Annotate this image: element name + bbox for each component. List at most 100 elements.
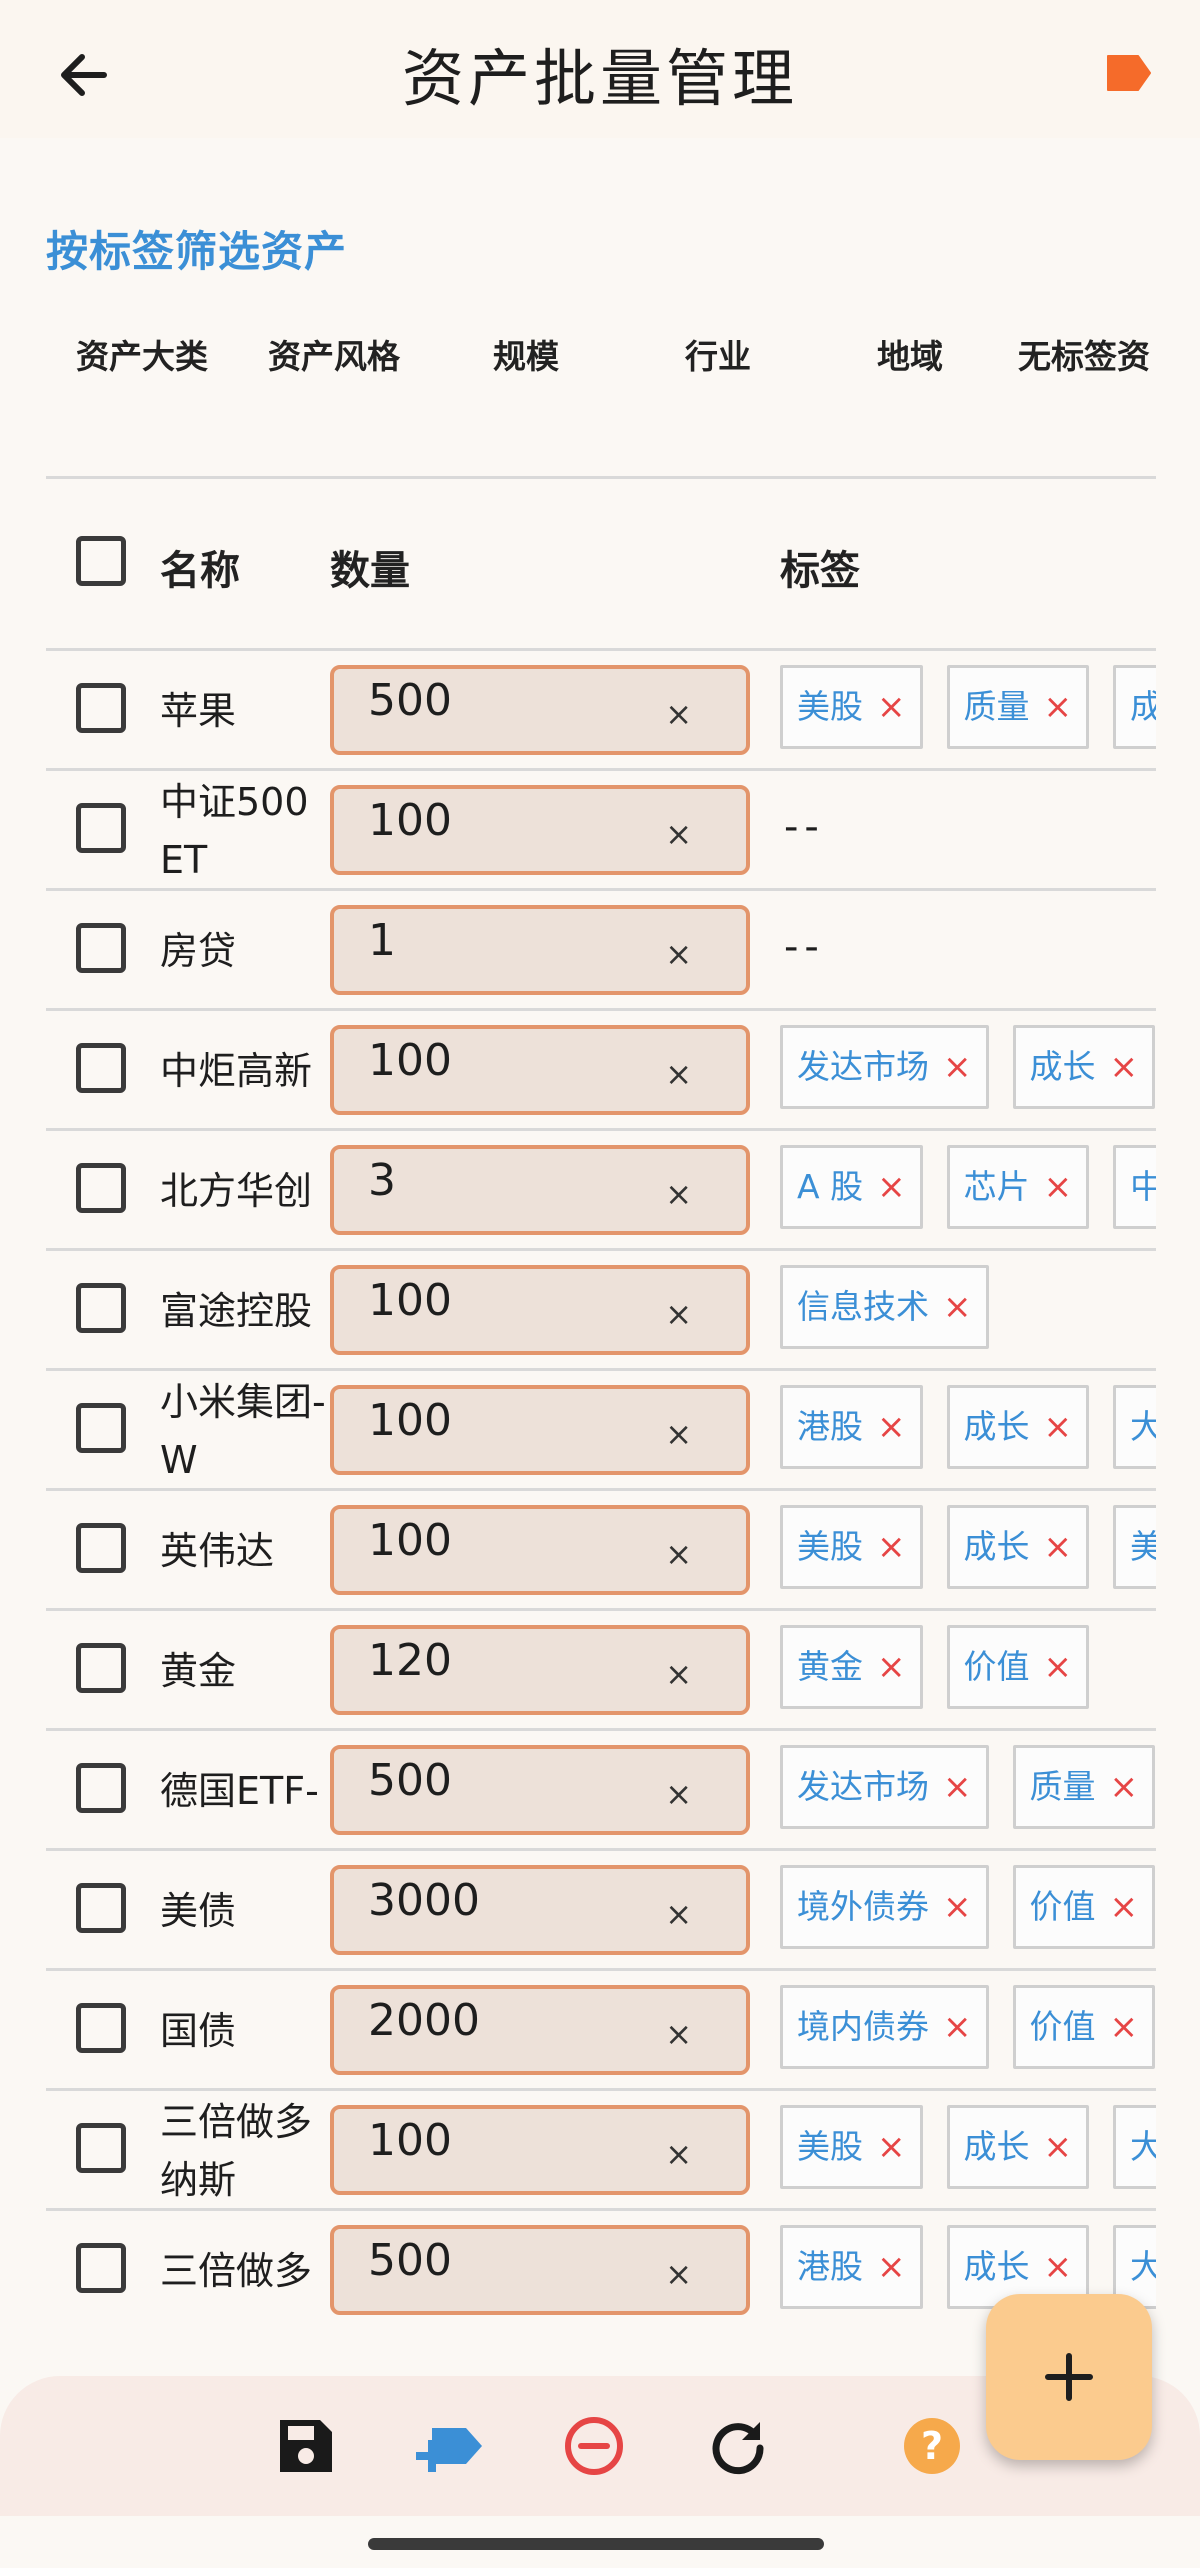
filter-tab-industry[interactable]: 行业 xyxy=(622,330,814,378)
tag-chip[interactable]: 价值 × xyxy=(1012,1865,1155,1949)
tag-chip[interactable]: 质量 × xyxy=(946,665,1089,749)
quantity-input[interactable]: 500 × xyxy=(330,2225,750,2315)
clear-quantity-icon[interactable]: × xyxy=(665,815,692,853)
filter-tab-asset-class[interactable]: 资产大类 xyxy=(46,330,238,378)
row-checkbox[interactable] xyxy=(76,1883,126,1933)
clear-quantity-icon[interactable]: × xyxy=(665,1415,692,1453)
table-row[interactable]: 中炬高新 100 × 发达市场 × 成长 × xyxy=(46,1008,1156,1128)
tag-chip[interactable]: 境内债券 × xyxy=(780,1985,989,2069)
table-row[interactable]: 小米集团-W 100 × 港股 × 成长 × 大× xyxy=(46,1368,1156,1488)
clear-quantity-icon[interactable]: × xyxy=(665,1775,692,1813)
remove-tag-icon[interactable]: × xyxy=(1044,1527,1073,1567)
row-checkbox[interactable] xyxy=(76,1763,126,1813)
row-checkbox[interactable] xyxy=(76,1403,126,1453)
tag-chip[interactable]: 港股 × xyxy=(780,2225,923,2309)
quantity-input[interactable]: 100 × xyxy=(330,2105,750,2195)
remove-tag-icon[interactable]: × xyxy=(1110,1047,1139,1087)
tag-chip[interactable]: 黄金 × xyxy=(780,1625,923,1709)
quantity-input[interactable]: 100 × xyxy=(330,1385,750,1475)
tag-chip[interactable]: 成长 × xyxy=(1012,1025,1155,1109)
remove-tag-icon[interactable]: × xyxy=(877,1167,906,1207)
tag-chip[interactable]: 美× xyxy=(1113,1505,1156,1589)
remove-tag-icon[interactable]: × xyxy=(943,1287,972,1327)
tag-chip[interactable]: 美股 × xyxy=(780,665,923,749)
quantity-input[interactable]: 1 × xyxy=(330,905,750,995)
row-checkbox[interactable] xyxy=(76,683,126,733)
remove-tag-icon[interactable]: × xyxy=(1044,2247,1073,2287)
clear-quantity-icon[interactable]: × xyxy=(665,1055,692,1093)
tag-chip[interactable]: 境外债券 × xyxy=(780,1865,989,1949)
table-row[interactable]: 三倍做多纳斯 100 × 美股 × 成长 × 大× xyxy=(46,2088,1156,2208)
row-checkbox[interactable] xyxy=(76,1523,126,1573)
select-all-checkbox[interactable] xyxy=(76,536,126,586)
filter-tab-region[interactable]: 地域 xyxy=(814,330,1006,378)
tag-chip[interactable]: 美股 × xyxy=(780,2105,923,2189)
clear-quantity-icon[interactable]: × xyxy=(665,2255,692,2293)
remove-tag-icon[interactable]: × xyxy=(877,687,906,727)
remove-tag-icon[interactable]: × xyxy=(943,2007,972,2047)
table-row[interactable]: 国债 2000 × 境内债券 × 价值 × xyxy=(46,1968,1156,2088)
remove-tag-icon[interactable]: × xyxy=(943,1767,972,1807)
remove-tag-icon[interactable]: × xyxy=(877,1407,906,1447)
tag-chip[interactable]: 美股 × xyxy=(780,1505,923,1589)
table-row[interactable]: 北方华创3×A 股×芯片×中× xyxy=(46,1128,1156,1248)
remove-tag-icon[interactable]: × xyxy=(877,1527,906,1567)
table-row[interactable]: 富途控股 100 × 信息技术 × xyxy=(46,1248,1156,1368)
tag-chip[interactable]: 大× xyxy=(1113,1385,1156,1469)
remove-tag-icon[interactable]: × xyxy=(1044,1647,1073,1687)
remove-tag-icon[interactable]: × xyxy=(1044,687,1073,727)
clear-quantity-icon[interactable]: × xyxy=(665,1175,692,1213)
clear-quantity-icon[interactable]: × xyxy=(665,1895,692,1933)
tag-chip[interactable]: 大× xyxy=(1113,2105,1156,2189)
row-checkbox[interactable] xyxy=(76,923,126,973)
remove-button[interactable] xyxy=(562,2414,626,2478)
remove-tag-icon[interactable]: × xyxy=(877,2127,906,2167)
row-checkbox[interactable] xyxy=(76,803,126,853)
remove-tag-icon[interactable]: × xyxy=(1110,1887,1139,1927)
clear-quantity-icon[interactable]: × xyxy=(665,2135,692,2173)
table-row[interactable]: 德国ETF- 500 × 发达市场 × 质量 × xyxy=(46,1728,1156,1848)
refresh-button[interactable] xyxy=(706,2414,770,2478)
remove-tag-icon[interactable]: × xyxy=(1110,1767,1139,1807)
row-checkbox[interactable] xyxy=(76,2123,126,2173)
tag-chip[interactable]: 中× xyxy=(1113,1145,1156,1229)
tag-chip[interactable]: 成× xyxy=(1113,665,1156,749)
row-checkbox[interactable] xyxy=(76,2003,126,2053)
tag-button[interactable] xyxy=(1104,52,1154,94)
tag-chip[interactable]: 成长 × xyxy=(946,2105,1089,2189)
row-checkbox[interactable] xyxy=(76,2243,126,2293)
tag-chip[interactable]: 港股 × xyxy=(780,1385,923,1469)
quantity-input[interactable]: 2000 × xyxy=(330,1985,750,2075)
tag-chip[interactable]: 发达市场 × xyxy=(780,1745,989,1829)
filter-tab-untagged[interactable]: 无标签资 xyxy=(1006,330,1156,378)
quantity-input[interactable]: 3000 × xyxy=(330,1865,750,1955)
row-checkbox[interactable] xyxy=(76,1043,126,1093)
tag-chip[interactable]: 成长 × xyxy=(946,1385,1089,1469)
save-button[interactable] xyxy=(274,2414,338,2478)
filter-tab-asset-style[interactable]: 资产风格 xyxy=(238,330,430,378)
tag-chip[interactable]: 成长 × xyxy=(946,1505,1089,1589)
table-row[interactable]: 黄金 120 × 黄金 × 价值 × xyxy=(46,1608,1156,1728)
quantity-input[interactable]: 500 × xyxy=(330,665,750,755)
quantity-input[interactable]: 100 × xyxy=(330,1025,750,1115)
tag-chip[interactable]: A 股 × xyxy=(780,1145,923,1229)
clear-quantity-icon[interactable]: × xyxy=(665,2015,692,2053)
table-row[interactable]: 美债 3000 × 境外债券 × 价值 × xyxy=(46,1848,1156,1968)
add-asset-fab[interactable] xyxy=(986,2294,1152,2460)
remove-tag-icon[interactable]: × xyxy=(943,1047,972,1087)
clear-quantity-icon[interactable]: × xyxy=(665,1655,692,1693)
quantity-input[interactable]: 100 × xyxy=(330,785,750,875)
tag-chip[interactable]: 芯片 × xyxy=(946,1145,1090,1229)
tag-chip[interactable]: 价值 × xyxy=(1012,1985,1155,2069)
remove-tag-icon[interactable]: × xyxy=(877,2247,906,2287)
table-row[interactable]: 苹果 500 × 美股 × 质量 × 成× xyxy=(46,648,1156,768)
remove-tag-icon[interactable]: × xyxy=(1044,1407,1073,1447)
remove-tag-icon[interactable]: × xyxy=(1044,2127,1073,2167)
tag-chip[interactable]: 价值 × xyxy=(946,1625,1089,1709)
remove-tag-icon[interactable]: × xyxy=(877,1647,906,1687)
quantity-input[interactable]: 120 × xyxy=(330,1625,750,1715)
table-row[interactable]: 中证500ET 100 × -- xyxy=(46,768,1156,888)
quantity-input[interactable]: 500 × xyxy=(330,1745,750,1835)
filter-tab-size[interactable]: 规模 xyxy=(430,330,622,378)
tag-chip[interactable]: 信息技术 × xyxy=(780,1265,989,1349)
